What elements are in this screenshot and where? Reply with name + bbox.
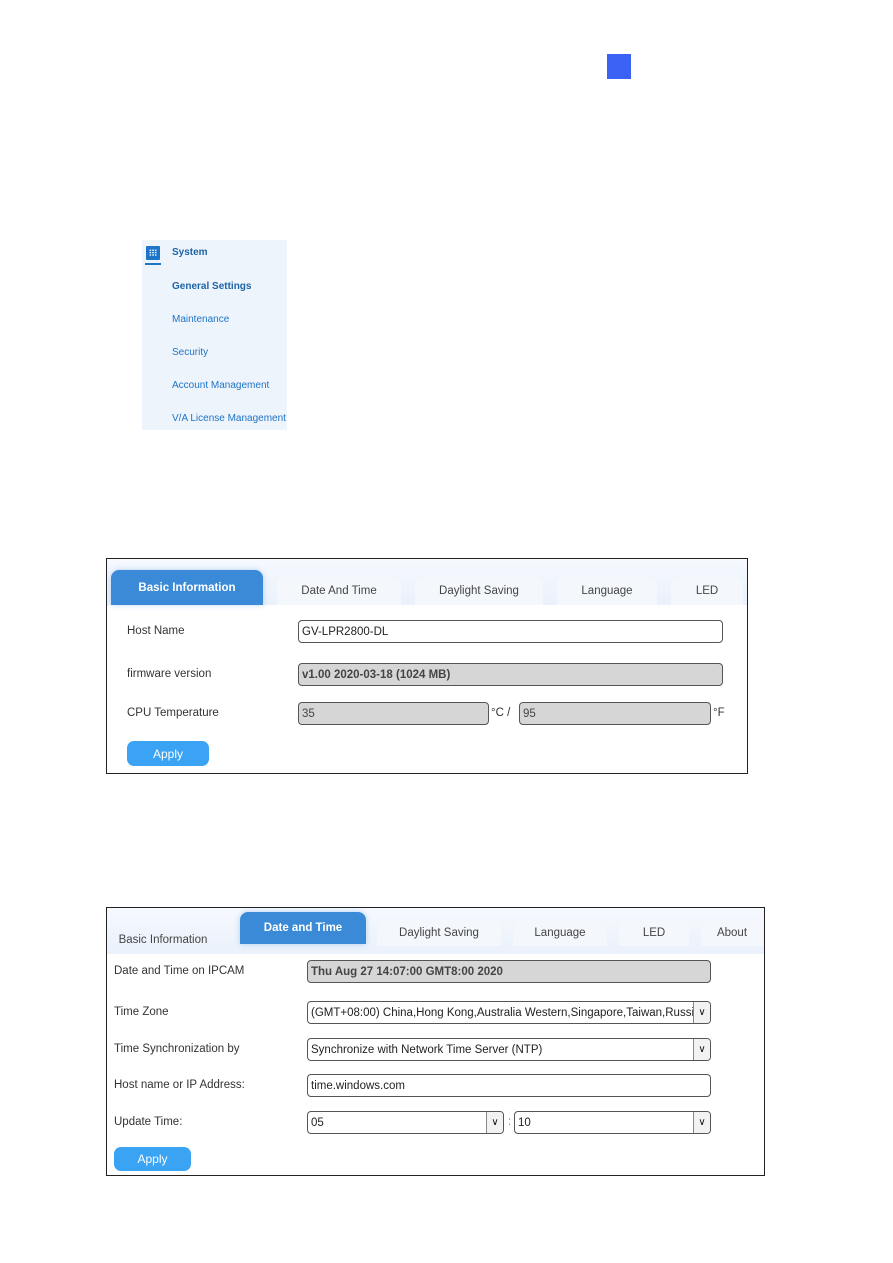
date-and-time-panel: Basic Information Date and Time Daylight… bbox=[106, 907, 765, 1176]
time-sync-select[interactable]: Synchronize with Network Time Server (NT… bbox=[307, 1038, 711, 1061]
sidebar-item-va-license-management[interactable]: V/A License Management bbox=[172, 413, 286, 424]
tab-daylight-saving[interactable]: Daylight Saving bbox=[377, 920, 501, 946]
chevron-down-icon[interactable]: ∨ bbox=[693, 1039, 710, 1060]
tab-bar: Basic Information Date And Time Daylight… bbox=[107, 559, 747, 605]
chevron-down-icon[interactable]: ∨ bbox=[693, 1002, 710, 1023]
sidebar-title[interactable]: System bbox=[172, 247, 208, 258]
tab-language[interactable]: Language bbox=[557, 577, 657, 605]
cpu-temperature-label: CPU Temperature bbox=[127, 707, 219, 719]
time-separator: : bbox=[508, 1116, 512, 1128]
tab-about[interactable]: About bbox=[701, 920, 763, 946]
time-sync-label: Time Synchronization by bbox=[114, 1043, 240, 1055]
cpu-temperature-celsius-field: 35 bbox=[298, 702, 489, 725]
chevron-down-icon[interactable]: ∨ bbox=[486, 1112, 503, 1133]
fahrenheit-unit: °F bbox=[713, 707, 725, 719]
tab-date-and-time[interactable]: Date and Time bbox=[240, 912, 366, 944]
host-name-input[interactable]: GV-LPR2800-DL bbox=[298, 620, 723, 643]
time-zone-label: Time Zone bbox=[114, 1006, 169, 1018]
host-ip-input[interactable]: time.windows.com bbox=[307, 1074, 711, 1097]
tab-basic-information[interactable]: Basic Information bbox=[111, 570, 263, 605]
host-ip-label: Host name or IP Address: bbox=[114, 1079, 245, 1091]
sidebar-header bbox=[145, 246, 161, 265]
update-hour-value: 05 bbox=[311, 1116, 324, 1129]
update-hour-select[interactable]: 05 ∨ bbox=[307, 1111, 504, 1134]
basic-information-panel: Basic Information Date And Time Daylight… bbox=[106, 558, 748, 774]
time-zone-select[interactable]: (GMT+08:00) China,Hong Kong,Australia We… bbox=[307, 1001, 711, 1024]
system-sidebar: System General Settings Maintenance Secu… bbox=[142, 240, 287, 430]
time-sync-value: Synchronize with Network Time Server (NT… bbox=[311, 1043, 543, 1056]
tab-basic-information[interactable]: Basic Information bbox=[111, 926, 215, 954]
ipcam-time-label: Date and Time on IPCAM bbox=[114, 965, 245, 977]
sidebar-item-security[interactable]: Security bbox=[172, 347, 208, 358]
update-minute-value: 10 bbox=[518, 1116, 531, 1129]
time-zone-value: (GMT+08:00) China,Hong Kong,Australia We… bbox=[311, 1006, 701, 1019]
tab-language[interactable]: Language bbox=[513, 920, 607, 946]
chevron-down-icon[interactable]: ∨ bbox=[693, 1112, 710, 1133]
page-marker bbox=[607, 54, 631, 79]
celsius-unit: °C / bbox=[491, 707, 511, 719]
apply-button[interactable]: Apply bbox=[127, 741, 209, 766]
firmware-version-label: firmware version bbox=[127, 668, 212, 680]
tab-led[interactable]: LED bbox=[619, 920, 689, 946]
tab-bar: Basic Information Date and Time Daylight… bbox=[107, 908, 764, 954]
sidebar-item-general-settings[interactable]: General Settings bbox=[172, 281, 251, 292]
update-minute-select[interactable]: 10 ∨ bbox=[514, 1111, 711, 1134]
apply-button[interactable]: Apply bbox=[114, 1147, 191, 1171]
host-name-label: Host Name bbox=[127, 625, 185, 637]
cpu-temperature-fahrenheit-field: 95 bbox=[519, 702, 711, 725]
sidebar-item-account-management[interactable]: Account Management bbox=[172, 380, 269, 391]
system-icon bbox=[145, 246, 161, 265]
tab-daylight-saving[interactable]: Daylight Saving bbox=[415, 577, 543, 605]
sidebar-item-maintenance[interactable]: Maintenance bbox=[172, 314, 229, 325]
update-time-label: Update Time: bbox=[114, 1116, 183, 1128]
tab-date-and-time[interactable]: Date And Time bbox=[277, 577, 401, 605]
tab-led[interactable]: LED bbox=[671, 577, 743, 605]
firmware-version-field: v1.00 2020-03-18 (1024 MB) bbox=[298, 663, 723, 686]
ipcam-time-field: Thu Aug 27 14:07:00 GMT8:00 2020 bbox=[307, 960, 711, 983]
